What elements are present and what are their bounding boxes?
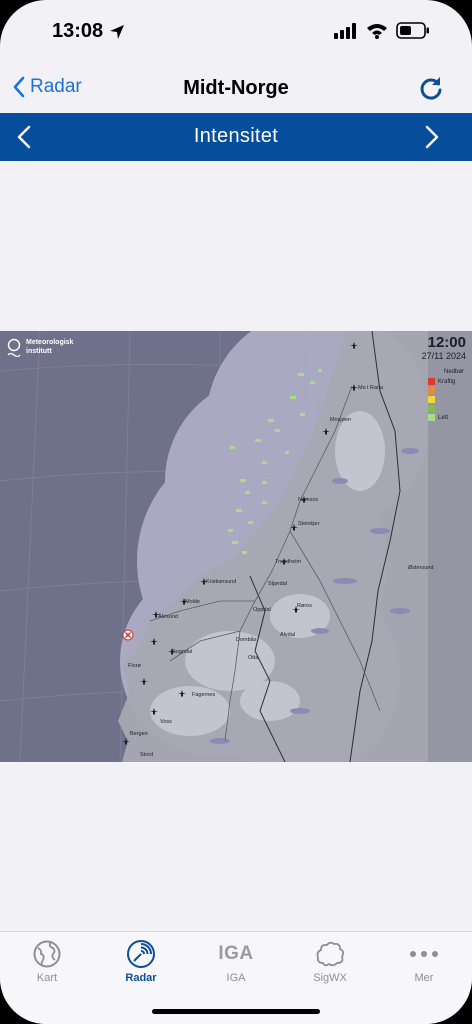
home-indicator [152,1009,320,1014]
globe-icon [33,940,61,968]
place-label: Namsos [298,497,318,503]
legend-row [428,386,464,395]
cellular-signal-icon [334,22,356,39]
legend-swatch [428,396,435,403]
place-label: Alvdal [280,632,295,638]
legend-swatch [428,414,435,421]
radar-icon [127,940,155,968]
product-header: Intensitet [0,113,472,161]
battery-icon [396,22,429,39]
met-logo-line1: Meteorologisk [26,339,74,346]
legend-swatch [428,405,435,412]
legend-swatch [428,387,435,394]
legend-row [428,404,464,413]
legend-title: Nedbør [443,369,464,375]
radar-image[interactable]: Mo i Rana Mosjøen Namsos Steinkjer Trond… [0,331,472,762]
tab-label: Radar [125,972,157,984]
tab-kart[interactable]: Kart [7,938,87,984]
place-label: Mosjøen [330,417,351,423]
place-label: Ålesund [158,613,178,620]
refresh-icon [420,77,442,100]
tab-label: IGA [226,972,246,984]
status-time: 13:08 [52,20,104,42]
radar-time: 12:00 [427,334,466,351]
tab-radar[interactable]: Radar [101,938,181,984]
iga-icon: IGA [218,943,254,964]
product-title: Intensitet [193,125,279,147]
place-label: Bergen [130,731,148,737]
refresh-button[interactable] [418,76,444,107]
radar-outage-marker [122,629,134,641]
navigation-bar: Radar Midt-Norge [0,66,472,112]
precipitation-legend: Nedbør Kraftig Lett [428,369,464,422]
legend-label: Kraftig [438,378,456,385]
cloud-icon [316,941,345,967]
location-arrow-icon [110,24,125,39]
tab-iga[interactable]: IGA IGA [196,938,276,984]
page-title: Midt-Norge [183,77,289,99]
place-label: Stord [140,752,153,758]
radar-timestamp: 12:00 27/11 2024 [422,334,466,361]
met-logo-line2: institutt [26,348,52,355]
place-label: Otta [248,655,259,661]
place-label: Voss [160,719,172,725]
tab-label: Mer [414,972,434,984]
legend-row [428,395,464,404]
legend-row: Lett [428,413,464,422]
place-label: Trondheim [275,559,302,565]
more-dots-icon [410,951,438,957]
app-screen: 13:08 Radar Midt-Norge Intensitet Mo i R… [0,0,472,1024]
radar-date: 27/11 2024 [421,351,466,361]
legend-label: Lett [438,414,449,421]
chevron-right-icon [425,125,439,149]
wifi-icon [367,23,387,39]
place-label: Dombås [236,636,257,643]
place-label: Steinkjer [298,521,320,527]
place-label: Mo i Rana [358,385,384,391]
met-logo: Meteorologisk institutt [7,338,73,358]
place-label: Oppdal [253,607,271,613]
place-label: Molde [185,599,200,605]
place-label: Fagernes [192,692,215,698]
next-product-button[interactable] [422,125,442,154]
legend-row: Kraftig [428,377,464,386]
place-label: Kristiansund [206,579,236,585]
place-label: Sogndal [172,649,192,655]
legend-swatch [428,378,435,385]
tab-mer[interactable]: Mer [384,938,464,984]
status-bar: 13:08 [0,0,472,60]
tab-sigwx[interactable]: SigWX [290,938,370,984]
place-label: Stjørdal [268,581,287,587]
place-label: Østersund [408,565,433,571]
tab-label: Kart [36,972,58,984]
radar-map: Mo i Rana Mosjøen Namsos Steinkjer Trond… [0,331,472,762]
met-logo-icon [7,338,21,358]
place-label: Røros [297,603,312,609]
place-label: Florø [128,663,141,669]
tab-label: SigWX [313,972,347,984]
